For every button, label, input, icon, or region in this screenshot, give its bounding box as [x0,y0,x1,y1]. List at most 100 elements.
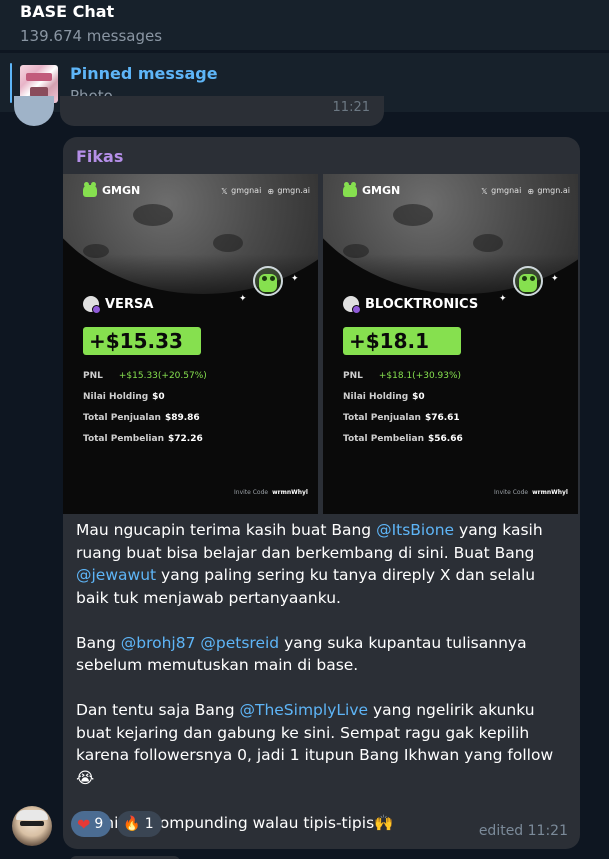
astronaut-frog-icon [251,266,285,302]
mention-link[interactable]: @ItsBione [376,521,454,539]
stat-label: Nilai Holding [343,392,409,402]
message-text: Mau ngucapin terima kasih buat Bang @Its… [76,519,571,849]
stat-value: $76.61 [424,413,460,423]
globe-icon: ⊕ [527,187,535,196]
stat-value: $0 [152,392,165,402]
token-row: BLOCKTRONICS [343,296,478,314]
reaction-count: 1 [144,816,154,832]
astro-eye [262,276,267,281]
social-x: 𝕏gmgnai [221,186,261,196]
crater [393,204,433,226]
stat-value: $89.86 [164,413,200,423]
x-icon: 𝕏 [481,187,488,196]
crater [133,204,173,226]
stat-label: Nilai Holding [83,392,149,402]
reaction-count: 9 [94,816,104,832]
member-count: 139.674 messages [20,27,163,45]
chat-header[interactable]: BASE Chat 139.674 messages [0,0,609,50]
socials: 𝕏gmgnai ⊕ gmgn.ai [221,186,310,196]
stat-purchases: Total Pembelian $72.26 [83,434,203,444]
stat-sales: Total Penjualan $89.86 [83,413,200,423]
stat-label: Total Penjualan [83,413,161,423]
astro-eye [522,276,527,281]
reactions: ❤ 9 🔥 1 [71,811,162,837]
frog-icon [83,181,97,197]
caption-text: Bang [76,633,121,652]
brand-label: GMGN [362,184,401,197]
token-row: VERSA [83,296,154,314]
stat-value: $56.66 [428,434,463,444]
stat-holding: Nilai Holding $0 [83,392,165,402]
mention-link[interactable]: @petsreid [200,634,279,652]
social-x: 𝕏gmgnai [481,186,521,196]
caption-paragraph: Bang @brohj87 @petsreid yang suka kupant… [76,632,571,677]
star-icon: ✦ [239,294,247,304]
stat-label: PNL [83,371,103,381]
star-icon: ✦ [499,294,507,304]
gmgn-logo: GMGN [343,181,401,197]
caption-paragraph: Mau ngucapin terima kasih buat Bang @Its… [76,519,571,609]
star-icon: ✦ [551,274,559,284]
brand-label: GMGN [102,184,141,197]
social-x-label: gmgnai [491,186,522,195]
mention-link[interactable]: @jewawut [76,566,156,584]
crater [213,234,243,252]
invite-label: Invite Code [234,489,269,496]
invite-label: Invite Code [494,489,529,496]
invite-value: wrmnWhyl [272,489,308,496]
message-status: edited 11:21 [478,823,568,839]
social-x-label: gmgnai [231,186,262,195]
x-icon: 𝕏 [221,187,228,196]
pnl-card-image[interactable]: GMGN 𝕏gmgnai ⊕ gmgn.ai ✦ ✦ VERSA +$15.33 … [63,174,318,514]
caption-text: Dan tentu saja Bang [76,701,240,719]
message-bubble[interactable]: 11:21 [60,96,384,126]
stat-pnl: PNL +$18.1(+30.93%) [343,371,461,381]
caption-text: Mau ngucapin terima kasih buat Bang [76,521,377,539]
avatar[interactable] [12,806,52,846]
social-web: ⊕ gmgn.ai [267,186,310,196]
stat-value: +$18.1(+30.93%) [378,371,462,381]
star-icon: ✦ [291,274,299,284]
frog-icon [343,181,357,197]
sender-name[interactable]: Fikas [76,147,123,166]
token-icon [343,296,361,314]
pnl-highlight: +$15.33 [83,327,201,355]
message-bubble[interactable]: Fikas GMGN 𝕏gmgnai ⊕ gmgn.ai ✦ ✦ VERSA +$… [63,137,580,849]
caption-paragraph: Dan tentu saja Bang @TheSimplyLive yang … [76,699,571,789]
reaction-fire[interactable]: 🔥 1 [117,811,162,837]
invite-value: wrmnWhyl [532,489,568,496]
pnl-highlight: +$18.1 [343,327,461,355]
token-name: VERSA [105,296,154,312]
globe-icon: ⊕ [267,187,275,196]
stat-label: Total Pembelian [343,434,424,444]
social-web-label: gmgn.ai [277,186,310,195]
stat-label: Total Pembelian [83,434,164,444]
stat-label: Total Penjualan [343,413,421,423]
fire-icon: 🔥 [123,816,141,832]
token-icon [83,296,101,314]
astronaut-frog-icon [511,266,545,302]
social-web: ⊕ gmgn.ai [527,186,570,196]
astro-eye [270,276,275,281]
stat-value: +$15.33(+20.57%) [118,371,207,381]
pinned-title: Pinned message [70,64,218,83]
mention-link[interactable]: @brohj87 [121,634,196,652]
crater [473,234,503,252]
astro-eye [530,276,535,281]
stat-label: PNL [343,371,363,381]
reaction-heart[interactable]: ❤ 9 [71,811,112,837]
gmgn-logo: GMGN [83,181,141,197]
message-time: 11:21 [332,100,370,115]
socials: 𝕏gmgnai ⊕ gmgn.ai [481,186,570,196]
stat-sales: Total Penjualan $76.61 [343,413,460,423]
avatar[interactable] [14,96,54,126]
pin-indicator [10,63,12,103]
mention-link[interactable]: @TheSimplyLive [239,701,368,719]
invite-code: Invite Code wrmnWhyl [494,489,568,496]
stat-value: $72.26 [168,434,203,444]
chat-title: BASE Chat [20,2,115,21]
stat-pnl: PNL +$15.33(+20.57%) [83,371,207,381]
invite-code: Invite Code wrmnWhyl [234,489,308,496]
pnl-card-image[interactable]: GMGN 𝕏gmgnai ⊕ gmgn.ai ✦ ✦ BLOCKTRONICS +… [323,174,578,514]
heart-icon: ❤ [77,814,91,834]
